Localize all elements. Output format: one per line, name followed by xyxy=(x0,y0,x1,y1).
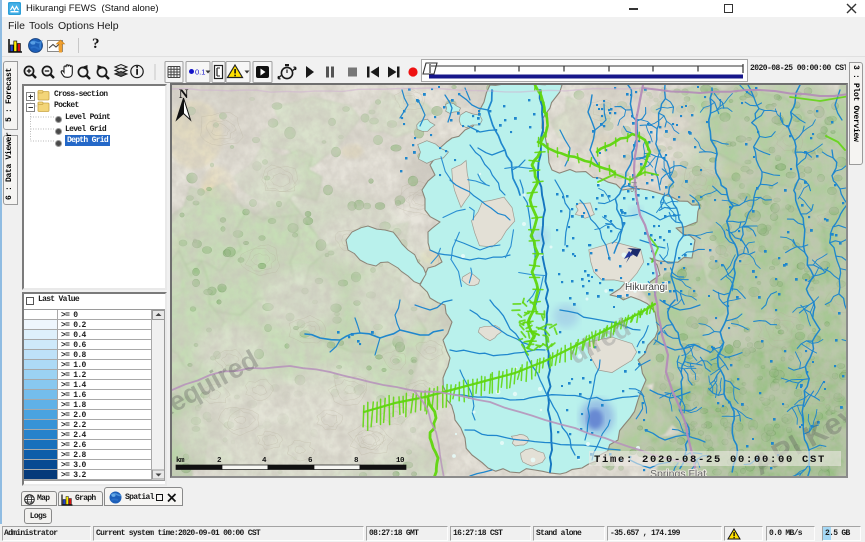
svg-text:10: 10 xyxy=(396,457,405,465)
svg-text:0.1: 0.1 xyxy=(195,68,205,77)
svg-text:SH 1: SH 1 xyxy=(629,174,640,193)
svg-text:Springs Flat: Springs Flat xyxy=(650,468,706,476)
svg-text:Time: 2020-08-25 00:00:00 CST: Time: 2020-08-25 00:00:00 CST xyxy=(594,454,826,466)
svg-text:km: km xyxy=(176,457,185,465)
svg-text:Hikurangi: Hikurangi xyxy=(625,282,667,293)
